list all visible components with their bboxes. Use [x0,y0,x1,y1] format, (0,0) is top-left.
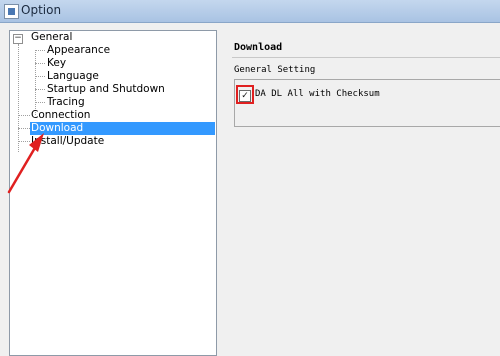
tree-item-connection[interactable]: Connection [31,109,90,122]
title-bar: Option [0,0,500,23]
tree-connector-line [18,128,30,129]
collapse-icon[interactable]: − [13,34,23,44]
annotation-highlight-box [236,85,254,104]
tree-connector-line [35,76,45,77]
tree-item-label: Startup and Shutdown [47,83,165,95]
tree-connector-line [35,50,45,51]
tree-item-startup-and-shutdown[interactable]: Startup and Shutdown [47,83,165,96]
tree-connector-line [35,102,45,103]
window-title: Option [21,3,62,17]
tree-connector-line [35,50,36,115]
page-title: Download [234,42,283,53]
tree-item-label: Download [31,122,84,134]
tree-item-label: General [31,31,73,43]
general-setting-group [234,79,500,127]
tree-item-label: Key [47,57,67,69]
tree-item-label: Tracing [47,96,85,108]
tree-item-label: Appearance [47,44,111,56]
app-icon [4,4,19,19]
tree-item-label: Language [47,70,99,82]
divider [232,57,500,58]
settings-tree[interactable]: − General Appearance Key Language Startu… [9,30,217,356]
tree-item-download[interactable]: Download [30,122,215,135]
tree-connector-line [18,44,19,152]
tree-item-language[interactable]: Language [47,70,99,83]
tree-item-key[interactable]: Key [47,57,66,70]
settings-panel: Download General Setting ✓ DA DL All wit… [225,23,500,354]
tree-item-general[interactable]: General [31,31,72,44]
tree-connector-line [18,115,30,116]
group-label: General Setting [234,65,316,75]
tree-item-tracing[interactable]: Tracing [47,96,85,109]
tree-connector-line [18,141,30,142]
tree-connector-line [35,89,45,90]
tree-connector-line [35,63,45,64]
tree-item-label: Connection [31,109,91,121]
tree-item-label: Install/Update [31,135,105,147]
tree-item-install-update[interactable]: Install/Update [31,135,104,148]
option-window: − General Appearance Key Language Startu… [0,23,500,356]
checksum-checkbox-label[interactable]: DA DL All with Checksum [255,89,380,99]
tree-item-appearance[interactable]: Appearance [47,44,110,57]
